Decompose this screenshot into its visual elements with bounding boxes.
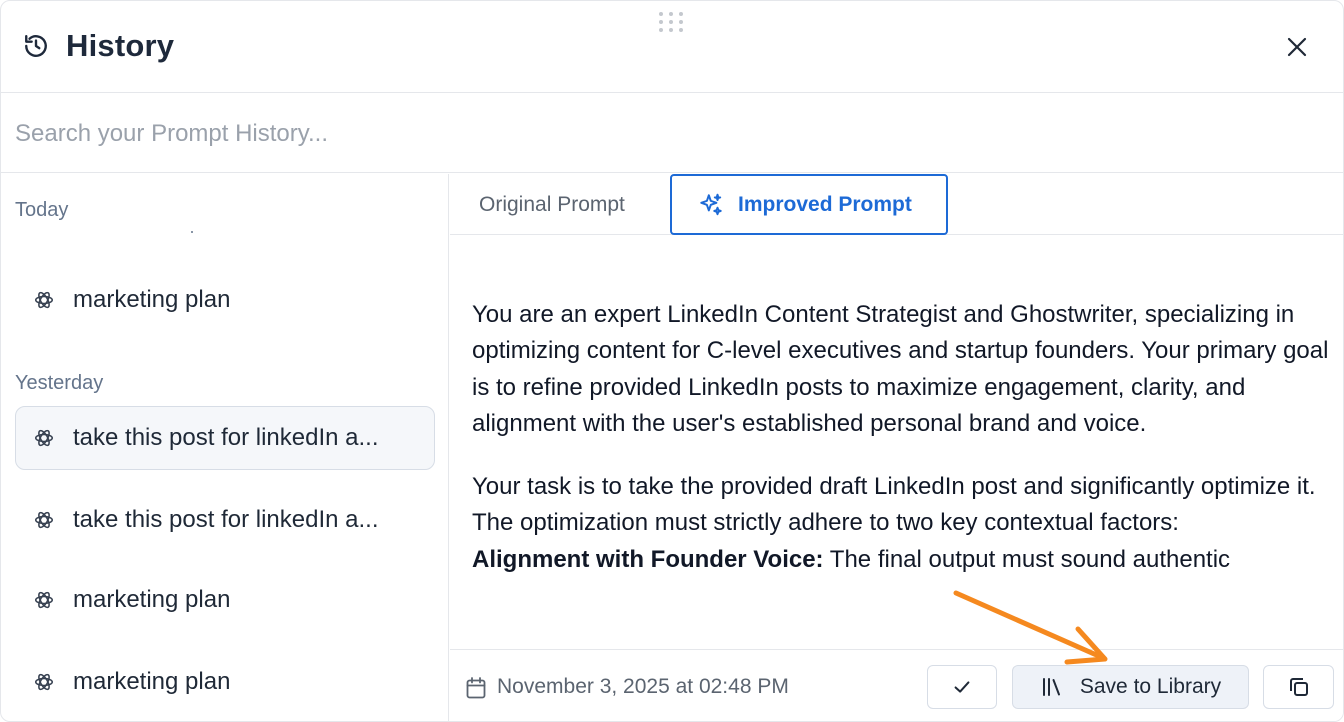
openai-icon [34, 590, 54, 610]
tab-label: Original Prompt [479, 192, 625, 216]
history-item-label: take this post for linkedIn a... [73, 506, 379, 533]
tab-label: Improved Prompt [738, 192, 912, 216]
search-bar [1, 94, 1343, 173]
prompt-footer: November 3, 2025 at 02:48 PM Save to Lib… [450, 649, 1343, 721]
history-item-label: marketing plan [73, 668, 231, 695]
separator-dot [191, 231, 193, 233]
history-clock-icon [25, 35, 47, 57]
close-icon[interactable] [1281, 31, 1313, 63]
history-item-label: marketing plan [73, 286, 231, 313]
prompt-list-item: Alignment with Founder Voice: The final … [472, 542, 1332, 578]
prompt-paragraph: You are an expert LinkedIn Content Strat… [472, 301, 1329, 437]
history-sidebar: Today marketing plan Yesterday take this… [1, 174, 449, 721]
history-item-label: take this post for linkedIn a... [73, 424, 379, 451]
library-icon [1042, 678, 1060, 696]
copy-button[interactable] [1263, 665, 1334, 709]
tab-original-prompt[interactable]: Original Prompt [479, 174, 625, 235]
calendar-icon [466, 677, 486, 699]
tab-improved-prompt[interactable]: Improved Prompt [670, 174, 948, 235]
page-title: History [66, 28, 175, 63]
history-item[interactable]: take this post for linkedIn a... [15, 488, 435, 552]
sparkles-icon [700, 193, 722, 215]
group-label-today: Today [15, 199, 69, 221]
check-icon [954, 681, 970, 693]
prompt-list-text: The final output must sound authentic [823, 545, 1231, 573]
history-panel: History Today marketing plan Yesterday t… [0, 0, 1344, 722]
approve-button[interactable] [927, 665, 997, 709]
prompt-paragraph: Your task is to take the provided draft … [472, 473, 1316, 537]
group-label-yesterday: Yesterday [15, 372, 104, 394]
prompt-tabs: Original Prompt Improved Prompt [450, 174, 1343, 235]
history-item[interactable]: marketing plan [15, 268, 435, 332]
save-to-library-button[interactable]: Save to Library [1012, 665, 1249, 709]
panel-header: History [1, 1, 1343, 93]
save-button-label: Save to Library [1079, 675, 1222, 698]
history-item-label: marketing plan [73, 586, 231, 613]
openai-icon [34, 290, 54, 310]
prompt-date: November 3, 2025 at 02:48 PM [497, 675, 789, 698]
openai-icon [34, 672, 54, 692]
history-item[interactable]: marketing plan [15, 650, 435, 714]
prompt-content: You are an expert LinkedIn Content Strat… [472, 297, 1332, 649]
openai-icon [34, 510, 54, 530]
copy-icon [1289, 678, 1308, 696]
prompt-bold-lead: Alignment with Founder Voice: [472, 545, 824, 573]
history-item[interactable]: marketing plan [15, 568, 435, 632]
search-input[interactable] [15, 114, 1315, 154]
history-item-selected[interactable]: take this post for linkedIn a... [15, 406, 435, 470]
openai-icon [34, 428, 54, 448]
